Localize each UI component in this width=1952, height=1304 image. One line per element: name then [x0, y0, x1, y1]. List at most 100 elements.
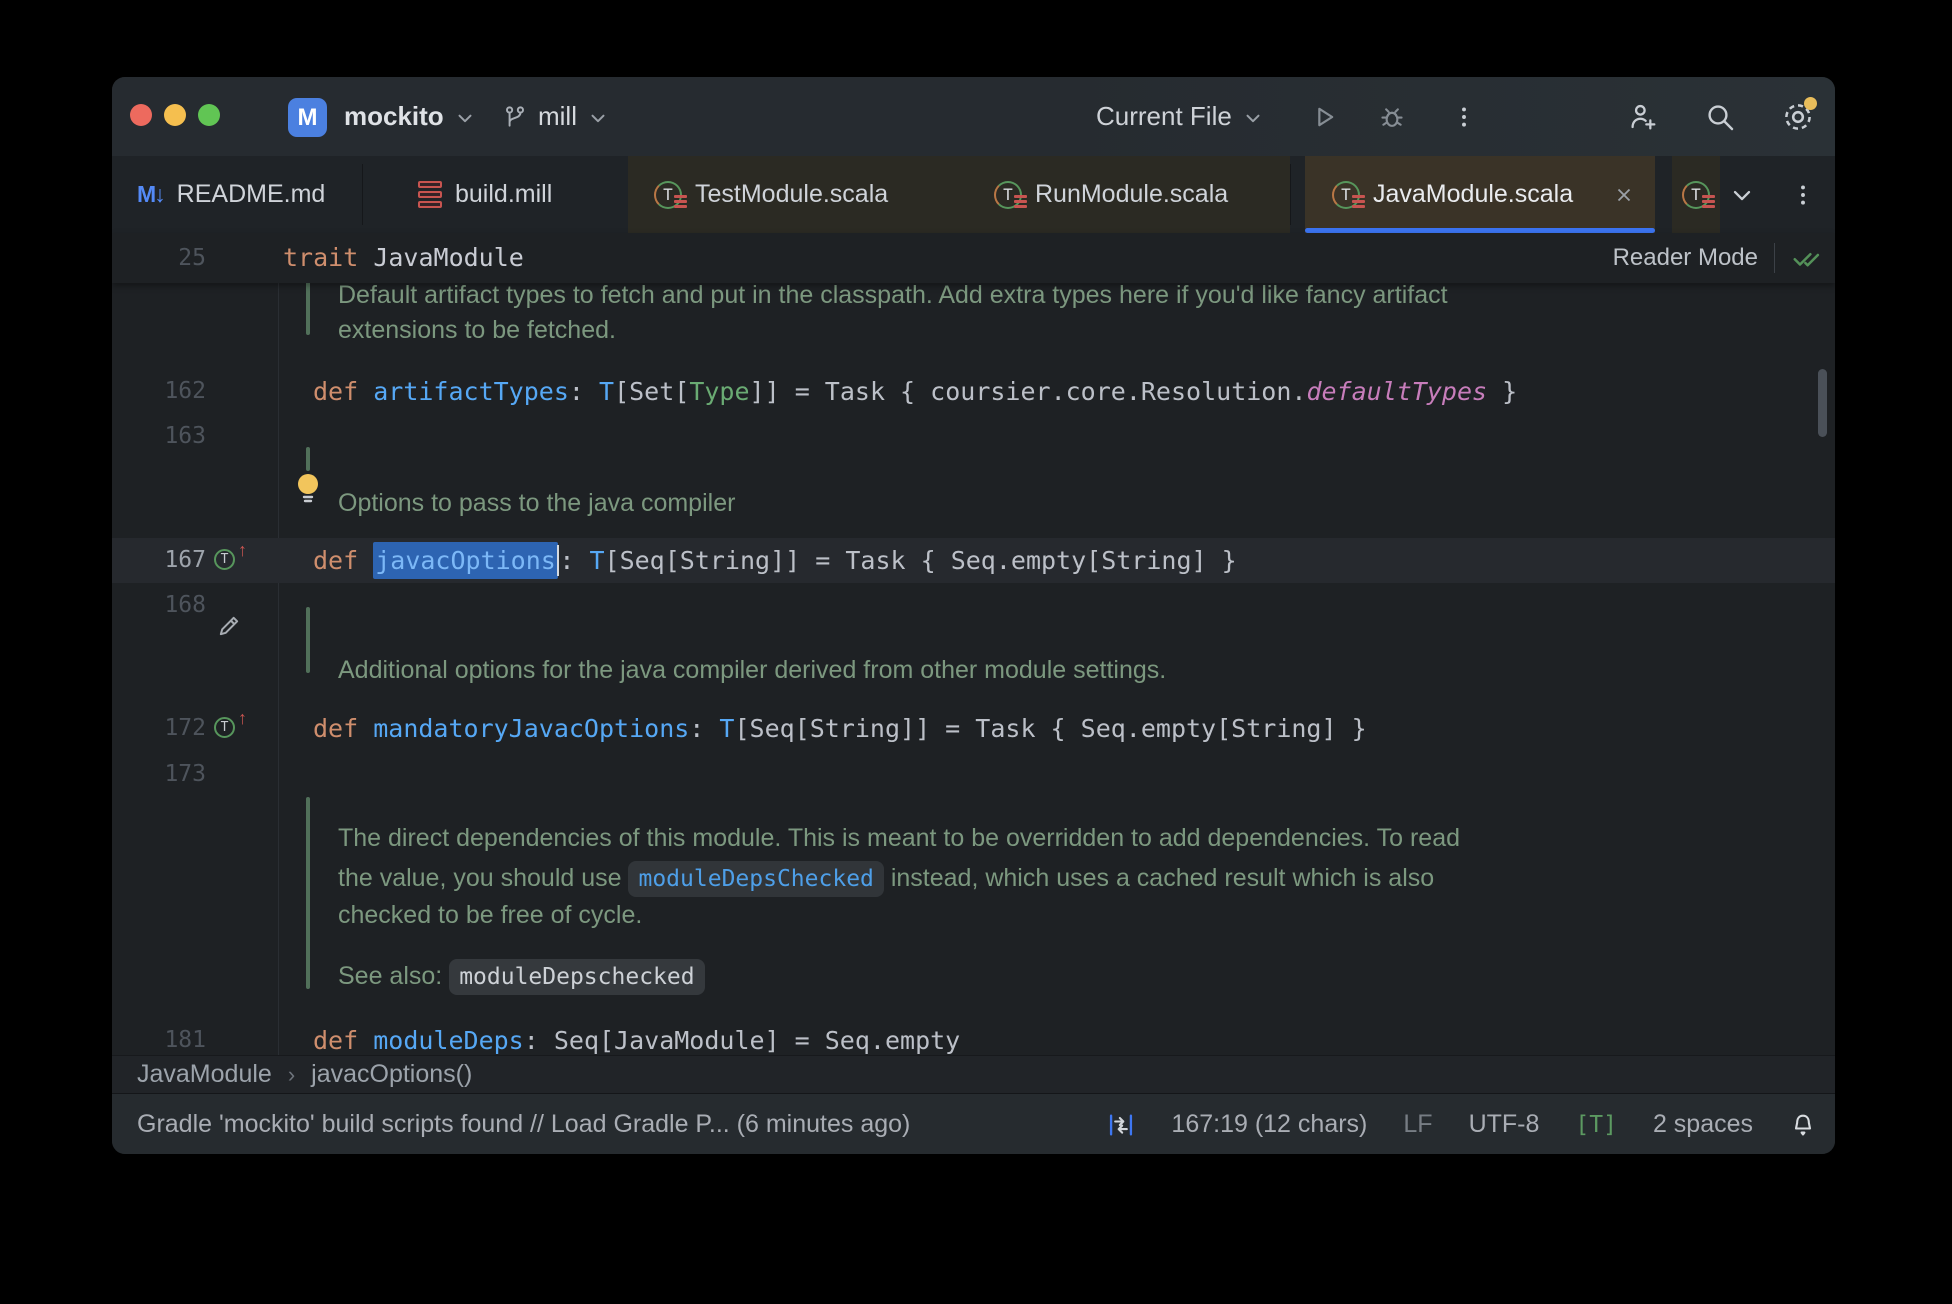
tab-testmodule[interactable]: T TestModule.scala [628, 156, 952, 233]
code-text: def artifactTypes: T[Set[Type]] = Task {… [313, 377, 1518, 406]
tab-partial[interactable]: T [1672, 156, 1720, 233]
see-also-chip[interactable]: moduleDepschecked [449, 959, 705, 995]
encoding-indicator[interactable]: UTF-8 [1469, 1110, 1540, 1139]
show-hidden-tabs-button[interactable] [1728, 156, 1756, 233]
project-icon: M [288, 98, 327, 137]
play-icon [1310, 103, 1338, 131]
bug-icon [1378, 103, 1406, 131]
editor-pane[interactable]: Default artifact types to fetch and put … [112, 273, 1835, 1055]
markdown-icon: M↓ [137, 181, 166, 207]
edit-doc-pencil-icon[interactable] [215, 612, 243, 640]
scala-trait-icon: T [1332, 180, 1365, 209]
column-selection-icon[interactable] [1107, 1111, 1135, 1139]
bell-icon[interactable] [1789, 1111, 1817, 1139]
sticky-line[interactable]: 25 trait JavaModule Reader Mode [112, 233, 1835, 283]
line-ending-indicator[interactable]: LF [1403, 1110, 1432, 1139]
scala-trait-icon: T [994, 180, 1027, 209]
divider [1774, 243, 1775, 273]
close-window-button[interactable] [130, 104, 152, 126]
tab-runmodule[interactable]: T RunModule.scala [952, 156, 1290, 233]
fullscreen-window-button[interactable] [198, 104, 220, 126]
notification-dot [1804, 97, 1817, 110]
code-line-162[interactable]: 162 def artifactTypes: T[Set[Type]] = Ta… [112, 369, 1835, 414]
chevron-down-icon [454, 107, 476, 129]
search-everywhere-button[interactable] [1702, 99, 1738, 135]
desktop: M mockito mill Current File M↓ README.md… [0, 0, 1952, 1304]
sticky-line-number: 25 [178, 245, 206, 271]
breadcrumb: JavaModule › javacOptions() [112, 1055, 1835, 1093]
debug-button[interactable] [1374, 99, 1410, 135]
overridden-marker-icon[interactable]: T ↑ [214, 540, 247, 572]
kebab-icon [1790, 182, 1816, 208]
tab-label: JavaModule.scala [1373, 180, 1574, 208]
doc-line: Additional options for the java compiler… [338, 656, 1167, 684]
tab-label: README.md [176, 180, 326, 208]
project-selector[interactable]: mockito [344, 77, 476, 156]
run-configuration-selector[interactable]: Current File [1096, 77, 1264, 156]
doc-line: checked to be free of cycle. [338, 901, 643, 929]
more-actions-button[interactable] [1446, 99, 1482, 135]
tab-build-mill[interactable]: build.mill [362, 156, 628, 233]
typing-mode-indicator[interactable]: [T] [1575, 1112, 1617, 1138]
selected-identifier: javacOptions [373, 542, 558, 579]
ide-window: M mockito mill Current File M↓ README.md… [112, 77, 1835, 1154]
breadcrumb-item-member[interactable]: javacOptions() [311, 1060, 472, 1089]
code-line-172[interactable]: 172 T ↑ def mandatoryJavacOptions: T[Seq[… [112, 706, 1835, 751]
tab-separator [1290, 164, 1291, 225]
line-number: 162 [164, 378, 206, 404]
tab-readme[interactable]: M↓ README.md [112, 156, 362, 233]
code-text: def javacOptions: T[Seq[String]] = Task … [313, 538, 1237, 583]
line-number: 163 [164, 423, 206, 449]
run-button[interactable] [1306, 99, 1342, 135]
double-check-icon [1791, 243, 1821, 273]
code-line-168[interactable]: 168 [112, 583, 1835, 628]
git-branch-icon [502, 104, 528, 130]
code-with-me-button[interactable] [1625, 99, 1661, 135]
doc-block-bar [306, 447, 310, 471]
breadcrumb-item-class[interactable]: JavaModule [137, 1060, 272, 1089]
line-number: 172 [164, 715, 206, 741]
reader-mode-control[interactable]: Reader Mode [1613, 233, 1821, 283]
chevron-down-icon [587, 107, 609, 129]
line-number: 181 [164, 1027, 206, 1053]
doc-line: Options to pass to the java compiler [338, 489, 736, 517]
sticky-code-text: trait JavaModule [283, 243, 524, 272]
chevron-down-icon [1728, 181, 1756, 209]
close-tab-icon[interactable] [1613, 184, 1635, 206]
code-line-167-current[interactable]: 167 T ↑ def javacOptions: T[Seq[String]] … [112, 538, 1835, 583]
tab-label: TestModule.scala [695, 180, 889, 208]
doc-see-also-line: See also: moduleDepschecked [112, 954, 1835, 999]
status-bar: Gradle 'mockito' build scripts found // … [112, 1093, 1835, 1154]
chevron-down-icon [1242, 107, 1264, 129]
tab-options-button[interactable] [1790, 156, 1816, 233]
kebab-icon [1451, 104, 1477, 130]
code-text: def moduleDeps: Seq[JavaModule] = Seq.em… [313, 1026, 961, 1055]
editor-tab-bar: M↓ README.md build.mill T TestModule.sca… [112, 156, 1835, 234]
caret-position[interactable]: 167:19 (12 chars) [1171, 1110, 1367, 1139]
title-bar: M mockito mill Current File [112, 77, 1835, 156]
line-number: 167 [164, 547, 206, 573]
code-reference-chip[interactable]: moduleDepsChecked [628, 861, 884, 897]
indent-indicator[interactable]: 2 spaces [1653, 1110, 1753, 1139]
minimize-window-button[interactable] [164, 104, 186, 126]
gear-icon [1781, 97, 1817, 134]
scrollbar-thumb[interactable] [1818, 369, 1827, 437]
tab-javamodule-active[interactable]: T JavaModule.scala [1305, 156, 1655, 233]
status-message[interactable]: Gradle 'mockito' build scripts found // … [137, 1094, 910, 1154]
settings-button[interactable] [1780, 97, 1817, 135]
code-line-163[interactable]: 163 [112, 414, 1835, 459]
branch-name: mill [538, 101, 577, 131]
overridden-marker-icon[interactable]: T ↑ [214, 708, 247, 740]
code-line-181[interactable]: 181 def moduleDeps: Seq[JavaModule] = Se… [112, 1018, 1835, 1055]
reader-mode-label: Reader Mode [1612, 244, 1758, 271]
line-number: 173 [164, 761, 206, 787]
vcs-branch-selector[interactable]: mill [502, 77, 609, 156]
scala-trait-icon: T [654, 180, 687, 209]
mill-file-icon [418, 180, 442, 209]
code-line-173[interactable]: 173 [112, 752, 1835, 797]
doc-line: The direct dependencies of this module. … [338, 824, 1461, 852]
scala-trait-icon: T [1682, 180, 1715, 209]
tab-label: RunModule.scala [1035, 180, 1229, 208]
run-config-label: Current File [1096, 101, 1232, 131]
line-number: 168 [164, 592, 206, 618]
